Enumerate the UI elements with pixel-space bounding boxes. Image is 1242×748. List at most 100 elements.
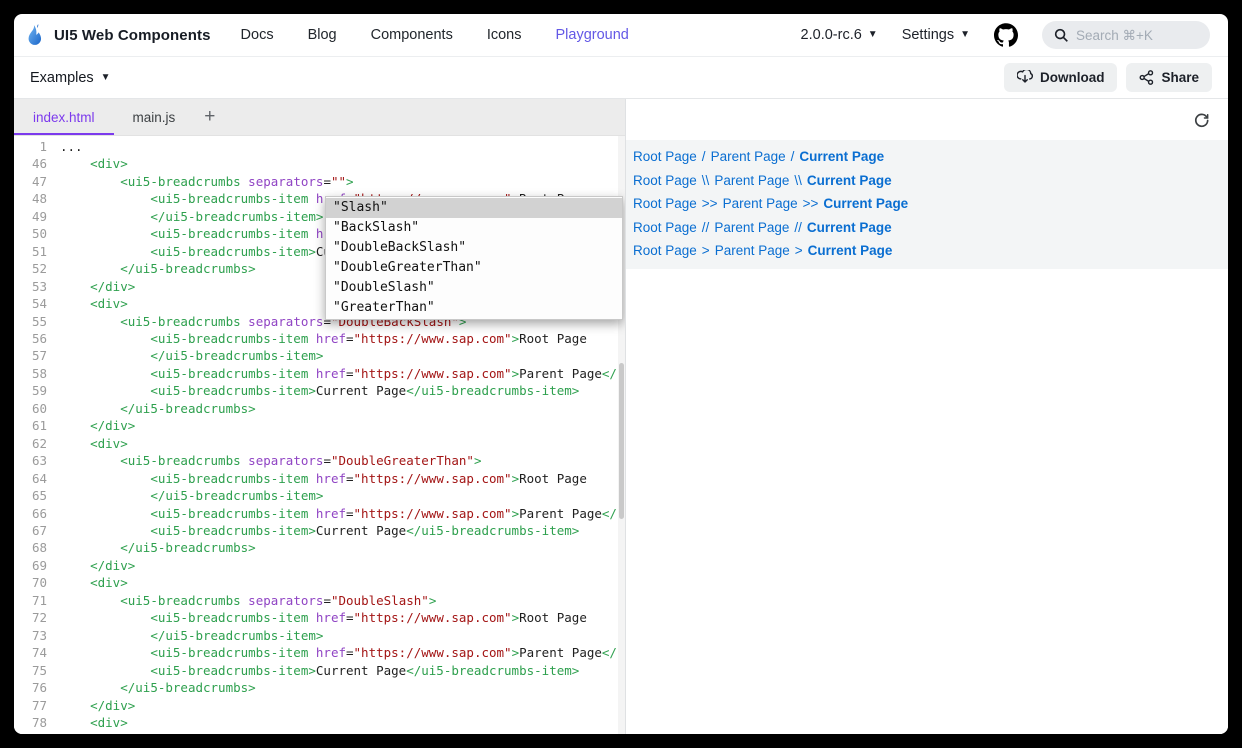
code-line[interactable]: 69 </div> xyxy=(14,557,625,574)
code-line[interactable]: 75 <ui5-breadcrumbs-item>Current Page</u… xyxy=(14,662,625,679)
code-text: <div> xyxy=(60,435,128,452)
line-number: 59 xyxy=(14,382,60,399)
nav-item-blog[interactable]: Blog xyxy=(308,27,337,43)
code-line[interactable]: 61 </div> xyxy=(14,417,625,434)
share-icon xyxy=(1139,70,1154,85)
code-line[interactable]: 66 <ui5-breadcrumbs-item href="https://w… xyxy=(14,505,625,522)
github-icon[interactable] xyxy=(994,23,1018,47)
nav-item-components[interactable]: Components xyxy=(371,27,453,43)
nav-item-playground[interactable]: Playground xyxy=(556,27,629,43)
code-line[interactable]: 47 <ui5-breadcrumbs separators=""> xyxy=(14,173,625,190)
editor-tabbar: index.html main.js + xyxy=(14,99,625,136)
autocomplete-item[interactable]: "GreaterThan" xyxy=(326,298,622,318)
line-number: 67 xyxy=(14,522,60,539)
code-line[interactable]: 73 </ui5-breadcrumbs-item> xyxy=(14,627,625,644)
code-text: </ui5-breadcrumbs-item> xyxy=(60,208,323,225)
autocomplete-item[interactable]: "BackSlash" xyxy=(326,218,622,238)
line-number: 50 xyxy=(14,225,60,242)
breadcrumb-separator: > xyxy=(702,243,710,258)
examples-dropdown[interactable]: Examples ▼ xyxy=(30,70,111,86)
breadcrumb-link[interactable]: Root Page xyxy=(633,173,697,188)
breadcrumb-current: Current Page xyxy=(808,243,893,258)
breadcrumb-link[interactable]: Parent Page xyxy=(723,196,798,211)
code-line[interactable]: 59 <ui5-breadcrumbs-item>Current Page</u… xyxy=(14,382,625,399)
brand[interactable]: UI5 Web Components xyxy=(24,23,211,47)
code-line[interactable]: 1... xyxy=(14,138,625,155)
tab-index-html[interactable]: index.html xyxy=(14,99,114,135)
line-number: 58 xyxy=(14,365,60,382)
code-text: </ui5-breadcrumbs> xyxy=(60,539,256,556)
breadcrumb-link[interactable]: Root Page xyxy=(633,196,697,211)
breadcrumb-separator: \\ xyxy=(794,173,802,188)
settings-dropdown[interactable]: Settings ▼ xyxy=(902,27,970,43)
line-number: 1 xyxy=(14,138,60,155)
line-number: 70 xyxy=(14,574,60,591)
autocomplete-item[interactable]: "Slash" xyxy=(326,198,622,218)
code-line[interactable]: 68 </ui5-breadcrumbs> xyxy=(14,539,625,556)
line-number: 56 xyxy=(14,330,60,347)
share-button[interactable]: Share xyxy=(1126,63,1212,92)
code-text: </ui5-breadcrumbs> xyxy=(60,400,256,417)
line-number: 54 xyxy=(14,295,60,312)
code-line[interactable]: 56 <ui5-breadcrumbs-item href="https://w… xyxy=(14,330,625,347)
breadcrumb-link[interactable]: Root Page xyxy=(633,220,697,235)
code-line[interactable]: 67 <ui5-breadcrumbs-item>Current Page</u… xyxy=(14,522,625,539)
code-line[interactable]: 63 <ui5-breadcrumbs separators="DoubleGr… xyxy=(14,452,625,469)
line-number: 69 xyxy=(14,557,60,574)
code-line[interactable]: 71 <ui5-breadcrumbs separators="DoubleSl… xyxy=(14,592,625,609)
line-number: 64 xyxy=(14,470,60,487)
breadcrumb-separator: >> xyxy=(702,196,718,211)
breadcrumb-current: Current Page xyxy=(823,196,908,211)
preview-pane: Root Page/Parent Page/Current PageRoot P… xyxy=(626,99,1228,734)
code-line[interactable]: 64 <ui5-breadcrumbs-item href="https://w… xyxy=(14,470,625,487)
breadcrumb-link[interactable]: Parent Page xyxy=(714,173,789,188)
code-text: </ui5-breadcrumbs-item> xyxy=(60,487,323,504)
code-line[interactable]: 65 </ui5-breadcrumbs-item> xyxy=(14,487,625,504)
code-line[interactable]: 78 <div> xyxy=(14,714,625,731)
line-number: 73 xyxy=(14,627,60,644)
code-line[interactable]: 46 <div> xyxy=(14,155,625,172)
breadcrumb-separator: // xyxy=(702,220,710,235)
window-frame: UI5 Web Components Docs Blog Components … xyxy=(0,0,1242,748)
code-line[interactable]: 57 </ui5-breadcrumbs-item> xyxy=(14,347,625,364)
autocomplete-item[interactable]: "DoubleGreaterThan" xyxy=(326,258,622,278)
download-button[interactable]: Download xyxy=(1004,63,1118,92)
code-line[interactable]: 76 </ui5-breadcrumbs> xyxy=(14,679,625,696)
line-number: 61 xyxy=(14,417,60,434)
page: UI5 Web Components Docs Blog Components … xyxy=(14,14,1228,734)
breadcrumb-link[interactable]: Parent Page xyxy=(711,149,786,164)
breadcrumb-link[interactable]: Parent Page xyxy=(715,243,790,258)
version-dropdown[interactable]: 2.0.0-rc.6 ▼ xyxy=(801,27,878,43)
code-line[interactable]: 74 <ui5-breadcrumbs-item href="https://w… xyxy=(14,644,625,661)
add-tab-button[interactable]: + xyxy=(194,99,225,135)
nav-item-docs[interactable]: Docs xyxy=(241,27,274,43)
code-text: </div> xyxy=(60,417,135,434)
code-line[interactable]: 58 <ui5-breadcrumbs-item href="https://w… xyxy=(14,365,625,382)
breadcrumb-row: Root Page\\Parent Page\\Current Page xyxy=(633,169,1220,193)
code-line[interactable]: 70 <div> xyxy=(14,574,625,591)
code-text: <ui5-breadcrumbs separators=""> xyxy=(60,173,354,190)
code-line[interactable]: 60 </ui5-breadcrumbs> xyxy=(14,400,625,417)
code-line[interactable]: 62 <div> xyxy=(14,435,625,452)
code-text: <ui5-breadcrumbs separators="DoubleSlash… xyxy=(60,592,436,609)
breadcrumb-link[interactable]: Root Page xyxy=(633,149,697,164)
editor-scrollbar-thumb[interactable] xyxy=(619,363,624,518)
nav-item-icons[interactable]: Icons xyxy=(487,27,522,43)
search-input[interactable] xyxy=(1076,28,1198,43)
search-box[interactable] xyxy=(1042,21,1210,49)
code-text: <ui5-breadcrumbs-item href="https://www.… xyxy=(60,470,587,487)
code-line[interactable]: 72 <ui5-breadcrumbs-item href="https://w… xyxy=(14,609,625,626)
breadcrumb-link[interactable]: Parent Page xyxy=(714,220,789,235)
tab-main-js[interactable]: main.js xyxy=(114,99,195,135)
autocomplete-item[interactable]: "DoubleBackSlash" xyxy=(326,238,622,258)
line-number: 52 xyxy=(14,260,60,277)
autocomplete-dropdown: "Slash""BackSlash""DoubleBackSlash""Doub… xyxy=(325,196,623,320)
breadcrumb-separator: // xyxy=(794,220,802,235)
breadcrumb-link[interactable]: Root Page xyxy=(633,243,697,258)
autocomplete-item[interactable]: "DoubleSlash" xyxy=(326,278,622,298)
code-text: </ui5-breadcrumbs> xyxy=(60,679,256,696)
code-line[interactable]: 77 </div> xyxy=(14,697,625,714)
line-number: 76 xyxy=(14,679,60,696)
refresh-icon[interactable] xyxy=(1193,110,1213,130)
code-text: </ui5-breadcrumbs-item> xyxy=(60,627,323,644)
